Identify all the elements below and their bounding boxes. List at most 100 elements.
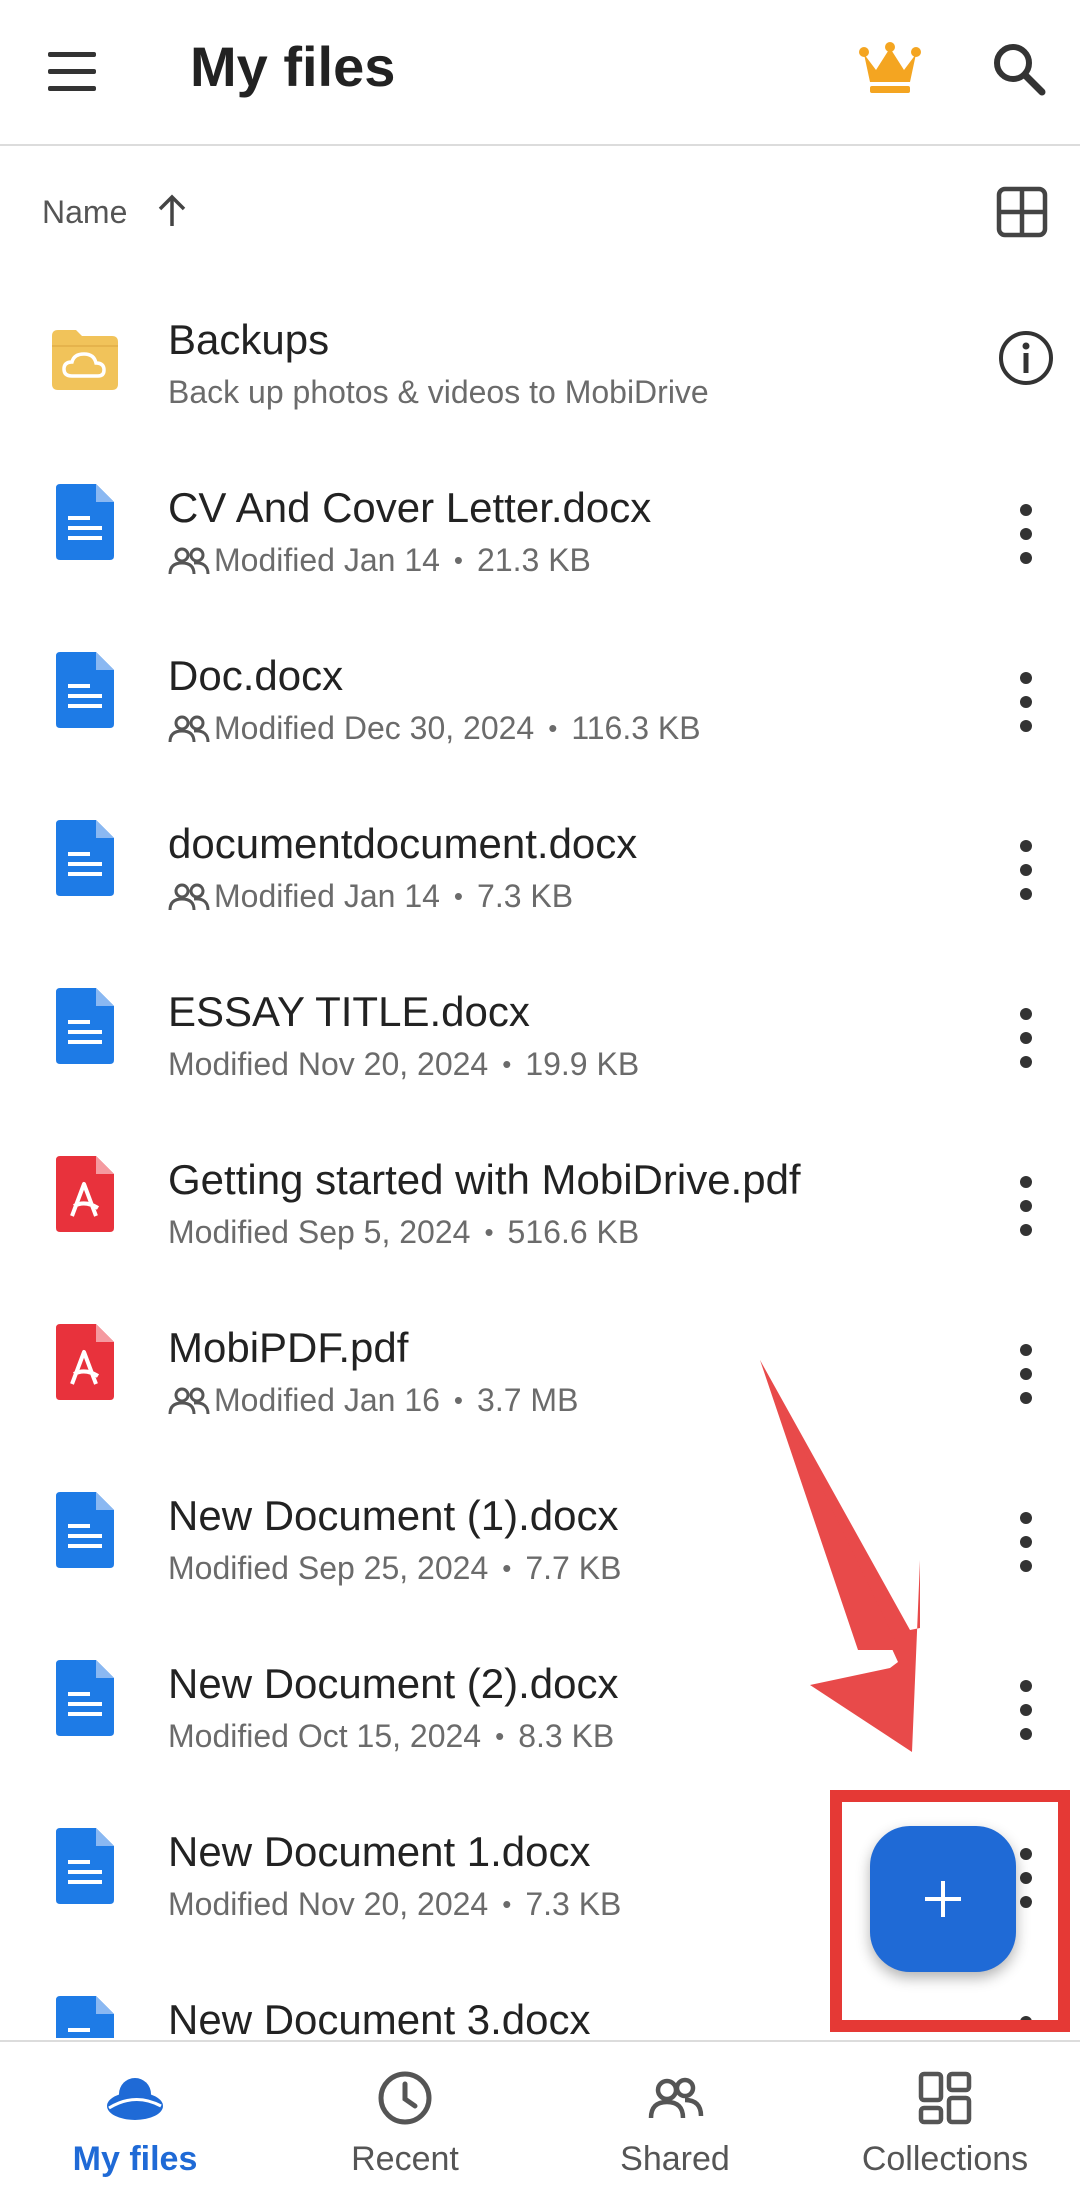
cloud-icon <box>107 2078 163 2120</box>
shared-people-icon <box>168 715 210 742</box>
nav-item-recent[interactable]: Recent <box>270 2042 540 2194</box>
more-vert-icon[interactable] <box>1006 1672 1046 1748</box>
pdf-file-icon <box>56 1156 114 1232</box>
nav-item-collections[interactable]: Collections <box>810 2042 1080 2194</box>
docx-file-icon <box>56 1660 114 1736</box>
modified-date: Modified Jan 14 <box>214 878 440 914</box>
file-size: 516.6 KB <box>507 1214 640 1250</box>
modified-date: Modified Sep 25, 2024 <box>168 1550 489 1586</box>
file-meta: Modified Nov 20, 2024 • 19.9 KB <box>168 1046 639 1083</box>
nav-label: Recent <box>351 2140 459 2178</box>
more-vert-icon[interactable] <box>1006 1336 1046 1412</box>
info-icon[interactable] <box>996 328 1056 388</box>
shared-people-icon <box>168 1387 210 1414</box>
more-vert-icon[interactable] <box>1006 832 1046 908</box>
list-item[interactable]: Doc.docx Modified Dec 30, 2024 • 116.3 K… <box>0 614 1080 782</box>
nav-item-shared[interactable]: Shared <box>540 2042 810 2194</box>
grid-view-icon[interactable] <box>994 184 1050 240</box>
file-size: 7.3 KB <box>477 878 574 914</box>
file-meta: Modified Oct 15, 2024 • 8.3 KB <box>168 1718 614 1755</box>
docx-file-icon <box>56 1492 114 1568</box>
separator-dot: • <box>484 1217 494 1247</box>
collections-icon <box>918 2071 972 2125</box>
file-meta: Modified Jan 14 • 7.3 KB <box>168 878 573 915</box>
list-item[interactable]: Backups Back up photos & videos to MobiD… <box>0 278 1080 446</box>
search-icon[interactable] <box>990 40 1048 98</box>
more-vert-icon[interactable] <box>1006 1000 1046 1076</box>
list-item[interactable]: ESSAY TITLE.docx Modified Nov 20, 2024 •… <box>0 950 1080 1118</box>
pdf-file-icon <box>56 1324 114 1400</box>
nav-label: My files <box>72 2140 198 2178</box>
separator-dot: • <box>502 1049 512 1079</box>
separator-dot: • <box>502 1553 512 1583</box>
people-icon <box>648 2077 704 2119</box>
file-size: 19.9 KB <box>525 1046 640 1082</box>
file-meta: Modified Sep 5, 2024 • 516.6 KB <box>168 1214 639 1251</box>
docx-file-icon <box>56 1996 114 2038</box>
file-size: 7.7 KB <box>525 1550 622 1586</box>
nav-label: Collections <box>861 2140 1029 2178</box>
modified-date: Modified Dec 30, 2024 <box>214 710 535 746</box>
menu-icon[interactable] <box>44 50 104 94</box>
file-name: MobiPDF.pdf <box>168 1324 409 1371</box>
top-app-bar: My files <box>0 0 1080 146</box>
annotation-arrow <box>760 1360 920 1752</box>
page-title: My files <box>190 35 396 98</box>
arrow-up-icon[interactable] <box>154 192 190 230</box>
separator-dot: • <box>502 1889 512 1919</box>
file-size: 8.3 KB <box>518 1718 615 1754</box>
shared-people-icon <box>168 883 210 910</box>
file-name: New Document 3.docx <box>168 1996 591 2038</box>
nav-item-my-files[interactable]: My files <box>0 2042 270 2194</box>
separator-dot: • <box>453 1385 464 1415</box>
folder-cloud-icon <box>52 330 118 390</box>
file-meta: Modified Jan 16 • 3.7 MB <box>168 1382 578 1419</box>
file-name: New Document (1).docx <box>168 1492 619 1539</box>
list-item[interactable]: documentdocument.docx Modified Jan 14 • … <box>0 782 1080 950</box>
file-name: Doc.docx <box>168 652 344 699</box>
annotation-highlight-box <box>830 1790 1070 2032</box>
clock-icon <box>378 2071 432 2125</box>
bottom-navigation: My files Recent Shared Collections <box>0 2040 1080 2194</box>
docx-file-icon <box>56 484 114 560</box>
file-meta: Modified Nov 20, 2024 • 7.3 KB <box>168 1886 621 1923</box>
modified-date: Modified Nov 20, 2024 <box>168 1886 489 1922</box>
file-name: New Document 1.docx <box>168 1828 591 1875</box>
separator-dot: • <box>495 1721 505 1751</box>
separator-dot: • <box>548 713 558 743</box>
modified-date: Modified Oct 15, 2024 <box>168 1718 482 1754</box>
modified-date: Modified Nov 20, 2024 <box>168 1046 489 1082</box>
modified-date: Modified Jan 16 <box>214 1382 440 1418</box>
more-vert-icon[interactable] <box>1006 1504 1046 1580</box>
list-item[interactable]: Getting started with MobiDrive.pdf Modif… <box>0 1118 1080 1286</box>
modified-date: Modified Jan 14 <box>214 542 440 578</box>
docx-file-icon <box>56 1828 114 1904</box>
more-vert-icon[interactable] <box>1006 1168 1046 1244</box>
docx-file-icon <box>56 820 114 896</box>
file-name: CV And Cover Letter.docx <box>168 484 652 531</box>
file-name: documentdocument.docx <box>168 820 638 867</box>
sort-bar: Name <box>0 180 1080 240</box>
file-size: 21.3 KB <box>477 542 591 578</box>
file-size: 3.7 MB <box>477 1382 579 1418</box>
file-name: Backups <box>168 316 330 363</box>
file-subtitle: Back up photos & videos to MobiDrive <box>168 374 709 411</box>
file-size: 7.3 KB <box>525 1886 622 1922</box>
file-name: Getting started with MobiDrive.pdf <box>168 1156 801 1203</box>
docx-file-icon <box>56 652 114 728</box>
modified-date: Modified Sep 5, 2024 <box>168 1214 471 1250</box>
file-meta: Modified Dec 30, 2024 • 116.3 KB <box>168 710 701 747</box>
docx-file-icon <box>56 988 114 1064</box>
file-name: New Document (2).docx <box>168 1660 619 1707</box>
backups-description: Back up photos & videos to MobiDrive <box>168 374 709 410</box>
separator-dot: • <box>453 545 464 575</box>
crown-icon[interactable] <box>858 40 922 96</box>
file-meta: Modified Jan 14 • 21.3 KB <box>168 542 591 579</box>
more-vert-icon[interactable] <box>1006 664 1046 740</box>
shared-people-icon <box>168 547 210 574</box>
separator-dot: • <box>453 881 464 911</box>
list-item[interactable]: CV And Cover Letter.docx Modified Jan 14… <box>0 446 1080 614</box>
sort-label[interactable]: Name <box>42 194 127 231</box>
more-vert-icon[interactable] <box>1006 496 1046 572</box>
file-size: 116.3 KB <box>571 710 701 746</box>
